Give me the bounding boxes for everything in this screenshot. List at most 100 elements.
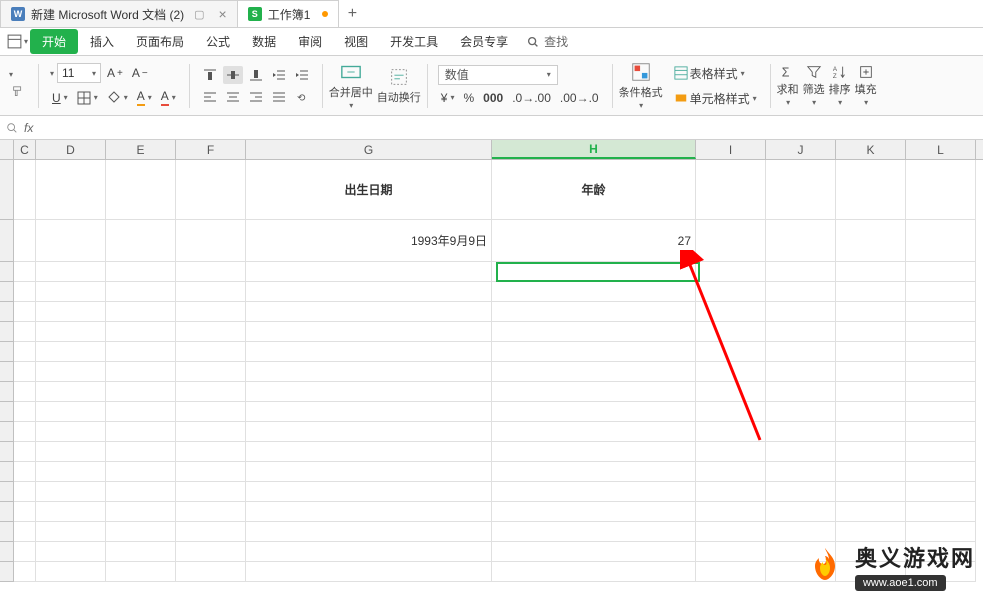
conditional-format-button[interactable]: 条件格式▾	[619, 61, 663, 110]
cell[interactable]	[106, 160, 176, 220]
cell[interactable]	[906, 482, 976, 502]
cell[interactable]	[246, 322, 492, 342]
cell[interactable]	[14, 462, 36, 482]
increase-indent-button[interactable]	[292, 66, 312, 84]
font-name-dd[interactable]: ▾	[50, 69, 54, 78]
cell[interactable]	[36, 362, 106, 382]
cell[interactable]	[36, 502, 106, 522]
cell[interactable]	[696, 322, 766, 342]
cell[interactable]	[492, 402, 696, 422]
cell[interactable]	[106, 220, 176, 262]
cell[interactable]	[106, 422, 176, 442]
cell[interactable]	[906, 342, 976, 362]
cell[interactable]	[766, 282, 836, 302]
cell[interactable]	[766, 362, 836, 382]
cell[interactable]	[176, 422, 246, 442]
cell[interactable]	[176, 402, 246, 422]
cell[interactable]	[492, 302, 696, 322]
cell[interactable]	[492, 562, 696, 582]
decrease-decimal-button[interactable]: .00→.0	[557, 89, 602, 107]
menu-formula[interactable]: 公式	[196, 29, 240, 54]
cell[interactable]	[106, 502, 176, 522]
close-icon[interactable]: ×	[219, 6, 227, 22]
cell[interactable]	[696, 302, 766, 322]
cell[interactable]	[492, 522, 696, 542]
menu-view[interactable]: 视图	[334, 29, 378, 54]
cell[interactable]	[906, 462, 976, 482]
cell[interactable]	[246, 422, 492, 442]
cell[interactable]	[492, 262, 696, 282]
row-header[interactable]	[0, 342, 14, 362]
cell[interactable]	[14, 522, 36, 542]
row-header[interactable]	[0, 562, 14, 582]
cell[interactable]	[36, 282, 106, 302]
col-header-L[interactable]: L	[906, 140, 976, 159]
cell[interactable]	[836, 402, 906, 422]
cell-age-value[interactable]: 27	[492, 220, 696, 262]
row-header[interactable]	[0, 402, 14, 422]
cell[interactable]	[906, 382, 976, 402]
cell[interactable]	[246, 382, 492, 402]
cell[interactable]	[36, 482, 106, 502]
cell[interactable]	[766, 402, 836, 422]
cell[interactable]	[492, 542, 696, 562]
cell[interactable]	[246, 542, 492, 562]
cell[interactable]	[176, 362, 246, 382]
col-header-E[interactable]: E	[106, 140, 176, 159]
cell[interactable]	[696, 382, 766, 402]
row-header[interactable]	[0, 302, 14, 322]
cell[interactable]	[176, 220, 246, 262]
cell[interactable]	[766, 382, 836, 402]
cell[interactable]	[906, 422, 976, 442]
fill-button[interactable]: 填充▾	[855, 64, 877, 107]
cell[interactable]	[696, 402, 766, 422]
cell[interactable]	[906, 402, 976, 422]
cell[interactable]	[836, 502, 906, 522]
menu-insert[interactable]: 插入	[80, 29, 124, 54]
cell[interactable]	[36, 382, 106, 402]
cell[interactable]	[836, 220, 906, 262]
row-header[interactable]	[0, 362, 14, 382]
row-header[interactable]	[0, 282, 14, 302]
add-tab-button[interactable]: +	[338, 0, 366, 27]
cell[interactable]	[14, 402, 36, 422]
cell[interactable]	[246, 282, 492, 302]
cell[interactable]	[176, 302, 246, 322]
cell[interactable]	[492, 502, 696, 522]
cell[interactable]	[176, 542, 246, 562]
col-header-H[interactable]: H	[492, 140, 696, 159]
cell[interactable]	[696, 522, 766, 542]
number-format-select[interactable]: 数值▾	[438, 65, 558, 85]
cell[interactable]	[36, 322, 106, 342]
cell[interactable]	[766, 262, 836, 282]
menu-review[interactable]: 审阅	[288, 29, 332, 54]
cell-age-header[interactable]: 年龄	[492, 160, 696, 220]
cell[interactable]	[176, 342, 246, 362]
row-header[interactable]	[0, 462, 14, 482]
cell[interactable]	[176, 562, 246, 582]
align-right-button[interactable]	[246, 88, 266, 106]
row-header[interactable]	[0, 262, 14, 282]
cell[interactable]	[14, 322, 36, 342]
cell[interactable]	[492, 482, 696, 502]
cell[interactable]	[696, 482, 766, 502]
cell[interactable]	[246, 362, 492, 382]
cell[interactable]	[906, 322, 976, 342]
cell[interactable]	[836, 262, 906, 282]
filter-button[interactable]: 筛选▾	[803, 64, 825, 107]
cell[interactable]	[766, 442, 836, 462]
row-header[interactable]	[0, 542, 14, 562]
cell[interactable]	[36, 262, 106, 282]
cell[interactable]	[836, 282, 906, 302]
cell[interactable]	[246, 302, 492, 322]
menu-page-layout[interactable]: 页面布局	[126, 29, 194, 54]
cell-style-button[interactable]: 单元格样式▾	[671, 88, 760, 109]
cell[interactable]	[696, 542, 766, 562]
cell[interactable]	[106, 562, 176, 582]
cell[interactable]	[246, 342, 492, 362]
cell[interactable]	[14, 220, 36, 262]
merge-center-button[interactable]: 合并居中▾	[329, 61, 373, 110]
orientation-button[interactable]: ⟲	[292, 88, 312, 106]
col-header-K[interactable]: K	[836, 140, 906, 159]
cell[interactable]	[246, 262, 492, 282]
